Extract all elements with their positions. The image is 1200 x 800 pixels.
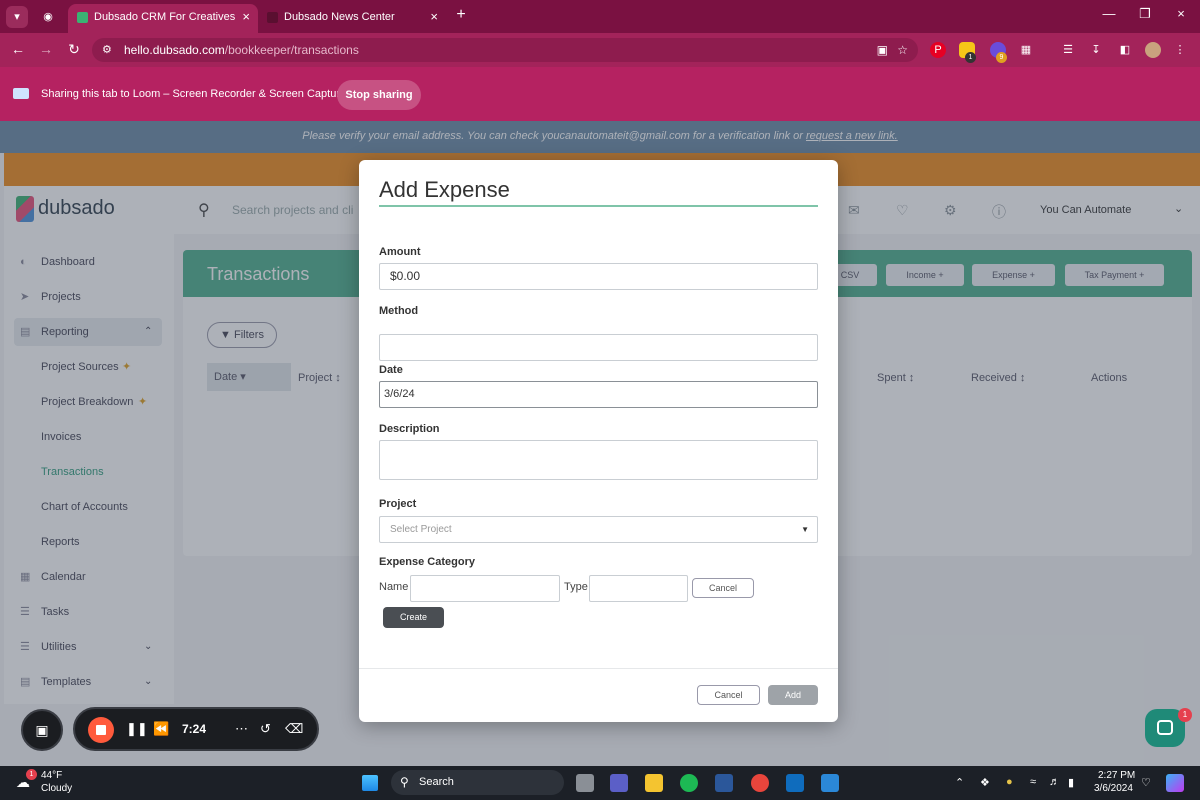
task-view-icon[interactable]: [576, 774, 594, 792]
notification-bell-icon[interactable]: ♡: [1141, 776, 1151, 789]
search-icon: ⚲: [400, 775, 409, 789]
close-tab-icon[interactable]: ×: [242, 4, 250, 30]
recording-timer: 7:24: [182, 722, 207, 736]
teams-icon[interactable]: [610, 774, 628, 792]
forward-icon[interactable]: →: [36, 41, 56, 57]
start-button[interactable]: [362, 775, 378, 791]
cast-icon[interactable]: ▣: [877, 38, 888, 62]
chrome-icon[interactable]: [751, 774, 769, 792]
drawing-tools-icon[interactable]: ⋯: [235, 721, 248, 737]
word-icon[interactable]: [715, 774, 733, 792]
chat-icon: [1157, 720, 1173, 735]
side-panel-icon[interactable]: ◧: [1117, 42, 1133, 58]
wifi-icon[interactable]: ≈: [1030, 776, 1036, 788]
restore-icon[interactable]: ❐: [1130, 6, 1160, 22]
weather-condition: Cloudy: [41, 783, 73, 794]
url-input[interactable]: ⚙ hello.dubsado.com/bookkeeper/transacti…: [92, 38, 918, 62]
tab-search-chevron-icon[interactable]: ▾: [6, 6, 28, 28]
news-favicon-icon: [267, 12, 278, 23]
tab-dubsado-news[interactable]: Dubsado News Center ×: [258, 4, 446, 33]
screen-share-icon: [13, 88, 29, 99]
amount-input[interactable]: $0.00: [379, 263, 818, 290]
method-label: Method: [379, 305, 419, 317]
file-explorer-icon[interactable]: [645, 774, 663, 792]
add-button[interactable]: Add: [768, 685, 818, 705]
pause-icon[interactable]: ❚❚: [126, 721, 148, 737]
description-input[interactable]: [379, 440, 818, 480]
battery-icon[interactable]: ▮: [1068, 776, 1074, 789]
restart-icon[interactable]: ↺: [260, 721, 271, 737]
loom-sharing-bar: Sharing this tab to Loom – Screen Record…: [0, 67, 1200, 121]
category-cancel-button[interactable]: Cancel: [692, 578, 754, 598]
extension-badge: 9: [996, 52, 1007, 63]
rewind-icon[interactable]: ⏪: [153, 721, 169, 737]
date-input[interactable]: 3/6/24: [379, 381, 818, 408]
clock-time[interactable]: 2:27 PM: [1098, 770, 1135, 781]
profile-avatar[interactable]: [1145, 42, 1161, 58]
address-bar-row: ← → ↻ ⚙ hello.dubsado.com/bookkeeper/tra…: [0, 33, 1200, 67]
close-tab-icon[interactable]: ×: [430, 4, 438, 30]
caret-down-icon: ▼: [801, 525, 809, 534]
record-indicator-icon: ◉: [43, 11, 53, 23]
reload-icon[interactable]: ↻: [64, 41, 84, 58]
add-expense-modal: Add Expense Amount $0.00 Method Date 3/6…: [359, 160, 838, 722]
volume-icon[interactable]: ♬: [1049, 776, 1060, 788]
date-label: Date: [379, 364, 403, 376]
modal-title: Add Expense: [379, 177, 510, 202]
weather-badge: 1: [26, 769, 37, 780]
browser-tab-strip: ▾ ◉ Dubsado CRM For Creatives × Dubsado …: [0, 0, 1200, 33]
cancel-button[interactable]: Cancel: [697, 685, 760, 705]
category-name-label: Name: [379, 581, 409, 593]
dropbox-icon[interactable]: ❖: [980, 776, 990, 789]
site-info-icon[interactable]: ⚙: [102, 38, 112, 62]
delete-icon[interactable]: ⌫: [285, 721, 303, 737]
sharing-status-text: Sharing this tab to Loom – Screen Record…: [41, 88, 347, 100]
project-select[interactable]: Select Project ▼: [379, 516, 818, 543]
tray-chevron-icon[interactable]: ⌃: [955, 776, 964, 789]
pinterest-extension-icon[interactable]: P: [930, 42, 946, 58]
footer-divider: [359, 668, 838, 669]
category-name-input[interactable]: [410, 575, 560, 602]
chat-badge: 1: [1178, 708, 1192, 722]
description-label: Description: [379, 423, 440, 435]
new-tab-icon[interactable]: +: [446, 6, 476, 24]
category-type-label: Type: [564, 581, 588, 593]
close-window-icon[interactable]: ×: [1166, 6, 1196, 21]
title-divider: [379, 205, 818, 207]
stop-sharing-button[interactable]: Stop sharing: [337, 80, 421, 110]
browser-menu-icon[interactable]: ⋮: [1172, 42, 1188, 58]
clock-date[interactable]: 3/6/2024: [1094, 783, 1133, 794]
extensions-puzzle-icon[interactable]: ▦: [1018, 42, 1034, 58]
taskbar-search[interactable]: ⚲ Search: [391, 770, 564, 795]
os-taskbar: ☁ 1 44°F Cloudy ⚲ Search ⌃ ❖ ● ≈ ♬ ▮ 2:27…: [0, 766, 1200, 800]
microphone-icon[interactable]: ●: [1006, 776, 1013, 788]
category-type-input[interactable]: [589, 575, 688, 602]
back-icon[interactable]: ←: [8, 41, 28, 57]
downloads-icon[interactable]: ↧: [1088, 42, 1104, 58]
spotify-icon[interactable]: [680, 774, 698, 792]
store-icon[interactable]: [821, 774, 839, 792]
camera-toggle-icon[interactable]: ▣: [21, 709, 63, 751]
tab-dubsado-crm[interactable]: Dubsado CRM For Creatives ×: [68, 4, 258, 33]
stop-recording-button[interactable]: [88, 717, 114, 743]
amount-label: Amount: [379, 246, 421, 258]
bookmark-star-icon[interactable]: ☆: [897, 38, 908, 62]
expense-category-label: Expense Category: [379, 556, 475, 568]
reading-list-icon[interactable]: ☰: [1060, 42, 1076, 58]
weather-temp: 44°F: [41, 770, 63, 781]
method-input[interactable]: [379, 334, 818, 361]
category-create-button[interactable]: Create: [383, 607, 444, 628]
project-label: Project: [379, 498, 417, 510]
recorder-controls: ❚❚ ⏪ 7:24 ⋯ ↺ ⌫: [73, 707, 319, 751]
outlook-icon[interactable]: [786, 774, 804, 792]
extension-badge: 1: [965, 52, 976, 63]
minimize-icon[interactable]: —: [1094, 6, 1124, 21]
copilot-icon[interactable]: [1166, 774, 1184, 792]
dubsado-favicon-icon: [77, 12, 88, 23]
